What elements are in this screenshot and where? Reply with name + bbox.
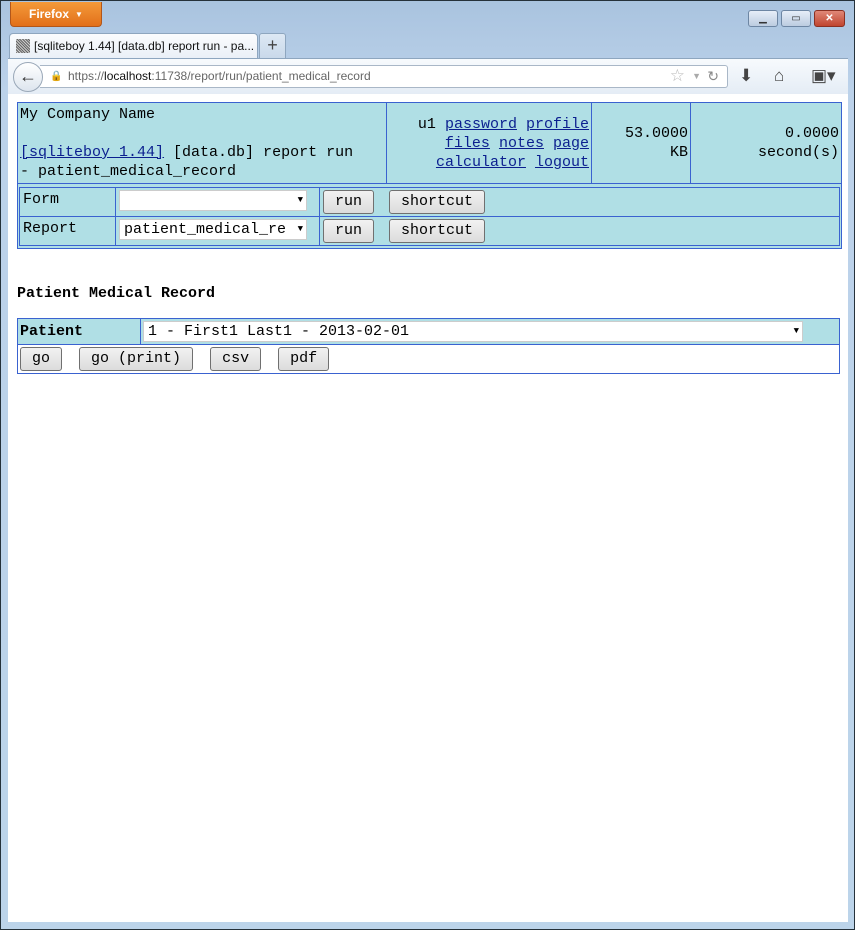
maximize-button[interactable]: ▭ xyxy=(781,10,811,27)
url-bar[interactable]: 🔒 https://localhost:11738/report/run/pat… xyxy=(40,65,728,88)
page-content: My Company Name [sqliteboy 1.44] [data.d… xyxy=(8,94,848,922)
download-icon[interactable]: ⬇ xyxy=(739,66,753,86)
bookmarks-menu-icon[interactable]: ▣▾ xyxy=(811,66,836,86)
report-run-button[interactable]: run xyxy=(323,219,375,243)
tab-title: [sqliteboy 1.44] [data.db] report run - … xyxy=(34,39,255,53)
context-text: [data.db] report run xyxy=(173,144,354,161)
browser-tab[interactable]: [sqliteboy 1.44] [data.db] report run - … xyxy=(9,33,258,58)
time-unit: second(s) xyxy=(757,144,839,161)
form-shortcut-button[interactable]: shortcut xyxy=(389,190,486,214)
go-button[interactable]: go xyxy=(20,347,63,371)
new-tab-button[interactable]: + xyxy=(259,33,286,58)
report-label: Report xyxy=(19,216,116,246)
firefox-menu-button[interactable]: Firefox ▼ xyxy=(10,2,102,27)
time-value: 0.0000 xyxy=(784,125,839,142)
lock-icon: 🔒 xyxy=(50,71,63,82)
home-icon[interactable]: ⌂ xyxy=(774,66,784,86)
profile-link[interactable]: profile xyxy=(526,116,589,133)
navigation-toolbar: 🔒 https://localhost:11738/report/run/pat… xyxy=(8,58,848,95)
company-name: My Company Name xyxy=(20,106,156,123)
header-table: My Company Name [sqliteboy 1.44] [data.d… xyxy=(17,102,842,249)
pdf-button[interactable]: pdf xyxy=(278,347,330,371)
dropdown-arrow-icon: ▼ xyxy=(75,10,83,19)
report-row: Report patient_medical_re ▼ run shortcut xyxy=(19,216,840,246)
password-link[interactable]: password xyxy=(445,116,517,133)
close-button[interactable]: ✕ xyxy=(814,10,845,27)
form-run-button[interactable]: run xyxy=(323,190,375,214)
report-title: Patient Medical Record xyxy=(17,285,216,302)
page-link[interactable]: page xyxy=(553,135,589,152)
url-text: https://localhost:11738/report/run/patie… xyxy=(68,69,371,83)
history-dropdown-icon[interactable]: ▼ xyxy=(692,66,701,87)
patient-label: Patient xyxy=(17,318,141,345)
browser-window: Firefox ▼ ▁ ▭ ✕ [sqliteboy 1.44] [data.db… xyxy=(0,0,855,930)
form-row: Form ▼ run shortcut xyxy=(19,187,840,217)
go-print-button[interactable]: go (print) xyxy=(79,347,194,371)
notes-link[interactable]: notes xyxy=(499,135,544,152)
minimize-button[interactable]: ▁ xyxy=(748,10,778,27)
csv-button[interactable]: csv xyxy=(210,347,262,371)
form-select[interactable]: ▼ xyxy=(119,190,307,211)
back-arrow-icon: ← xyxy=(19,66,37,86)
patient-select[interactable]: 1 - First1 Last1 - 2013-02-01 ▼ xyxy=(143,321,803,342)
window-controls: ▁ ▭ ✕ xyxy=(748,10,845,27)
chevron-down-icon: ▼ xyxy=(295,191,303,210)
logout-link[interactable]: logout xyxy=(535,154,589,171)
bookmark-star-icon[interactable]: ☆ xyxy=(670,65,685,86)
db-size-unit: KB xyxy=(669,144,688,161)
files-link[interactable]: files xyxy=(445,135,490,152)
db-size-value: 53.0000 xyxy=(624,125,688,142)
report-select[interactable]: patient_medical_re ▼ xyxy=(119,219,307,240)
chevron-down-icon: ▼ xyxy=(791,322,799,341)
username: u1 xyxy=(417,116,436,133)
form-report-selector: Form ▼ run shortcut Report patient_medic… xyxy=(19,187,840,246)
form-label: Form xyxy=(19,187,116,217)
context-text-2: - patient_medical_record xyxy=(20,163,237,180)
chevron-down-icon: ▼ xyxy=(295,220,303,239)
favicon-icon xyxy=(16,39,30,53)
reload-icon[interactable]: ↻ xyxy=(707,66,719,87)
calculator-link[interactable]: calculator xyxy=(436,154,526,171)
report-shortcut-button[interactable]: shortcut xyxy=(389,219,486,243)
app-link[interactable]: [sqliteboy 1.44] xyxy=(20,144,164,161)
back-button[interactable]: ← xyxy=(13,62,43,92)
report-parameters: Patient 1 - First1 Last1 - 2013-02-01 ▼ g… xyxy=(17,318,840,374)
